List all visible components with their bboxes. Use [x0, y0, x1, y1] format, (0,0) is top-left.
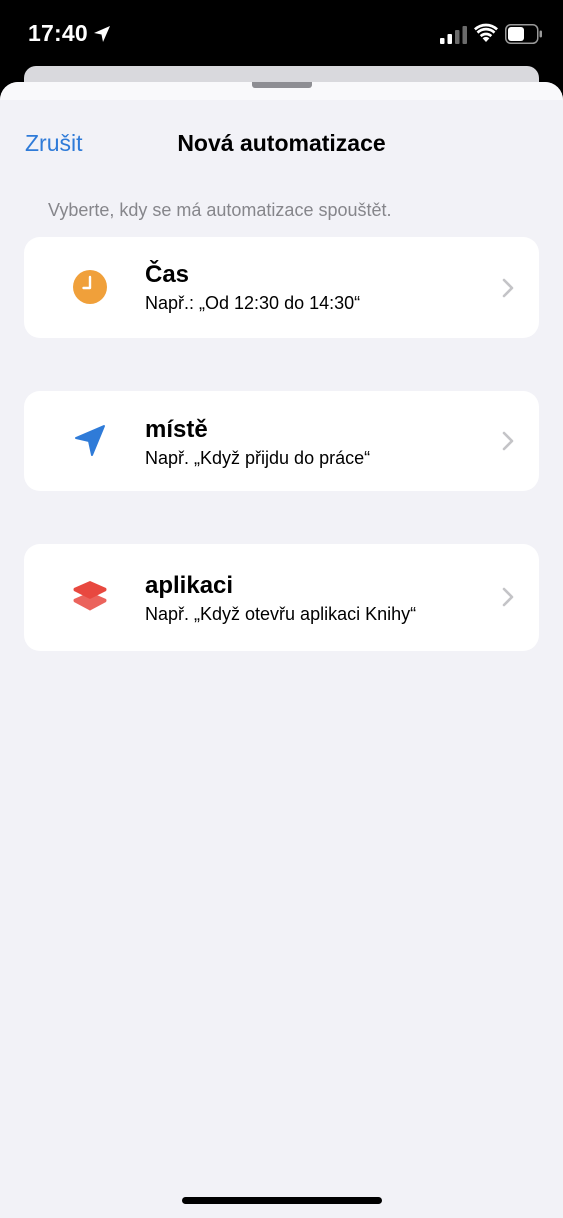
- screen: 17:40 Zrušit Nová automatizace Vyberte, …: [0, 0, 563, 1218]
- instruction-text: Vyberte, kdy se má automatizace spouštět…: [48, 200, 392, 220]
- status-bar: 17:40: [0, 0, 563, 66]
- option-subtitle: Např. „Když přijdu do práce“: [145, 448, 371, 468]
- option-subtitle: Např. „Když otevřu aplikaci Knihy“: [145, 604, 417, 624]
- location-services-icon: [94, 26, 110, 42]
- nav-bar: Zrušit Nová automatizace: [0, 100, 563, 180]
- automation-sheet: Zrušit Nová automatizace Vyberte, kdy se…: [0, 82, 563, 1218]
- location-arrow-icon: [75, 425, 105, 456]
- clock-icon: [73, 270, 107, 304]
- sheet-grabber[interactable]: [252, 82, 312, 88]
- chevron-right-icon: [502, 278, 514, 298]
- option-time[interactable]: Čas Např.: „Od 12:30 do 14:30“: [24, 237, 539, 338]
- option-subtitle: Např.: „Od 12:30 do 14:30“: [145, 293, 361, 313]
- option-title: Čas: [145, 261, 190, 288]
- option-app[interactable]: aplikaci Např. „Když otevřu aplikaci Kni…: [24, 544, 539, 651]
- status-time: 17:40: [28, 20, 88, 46]
- home-indicator[interactable]: [182, 1197, 382, 1204]
- option-location[interactable]: místě Např. „Když přijdu do práce“: [24, 391, 539, 491]
- chevron-right-icon: [502, 431, 514, 451]
- page-title: Nová automatizace: [177, 130, 386, 156]
- option-title: aplikaci: [145, 572, 234, 599]
- chevron-right-icon: [502, 587, 514, 607]
- battery-icon: [505, 24, 542, 44]
- app-layers-icon: [73, 581, 107, 611]
- option-title: místě: [145, 416, 208, 443]
- cellular-signal-icon: [440, 26, 467, 44]
- wifi-icon: [474, 23, 498, 42]
